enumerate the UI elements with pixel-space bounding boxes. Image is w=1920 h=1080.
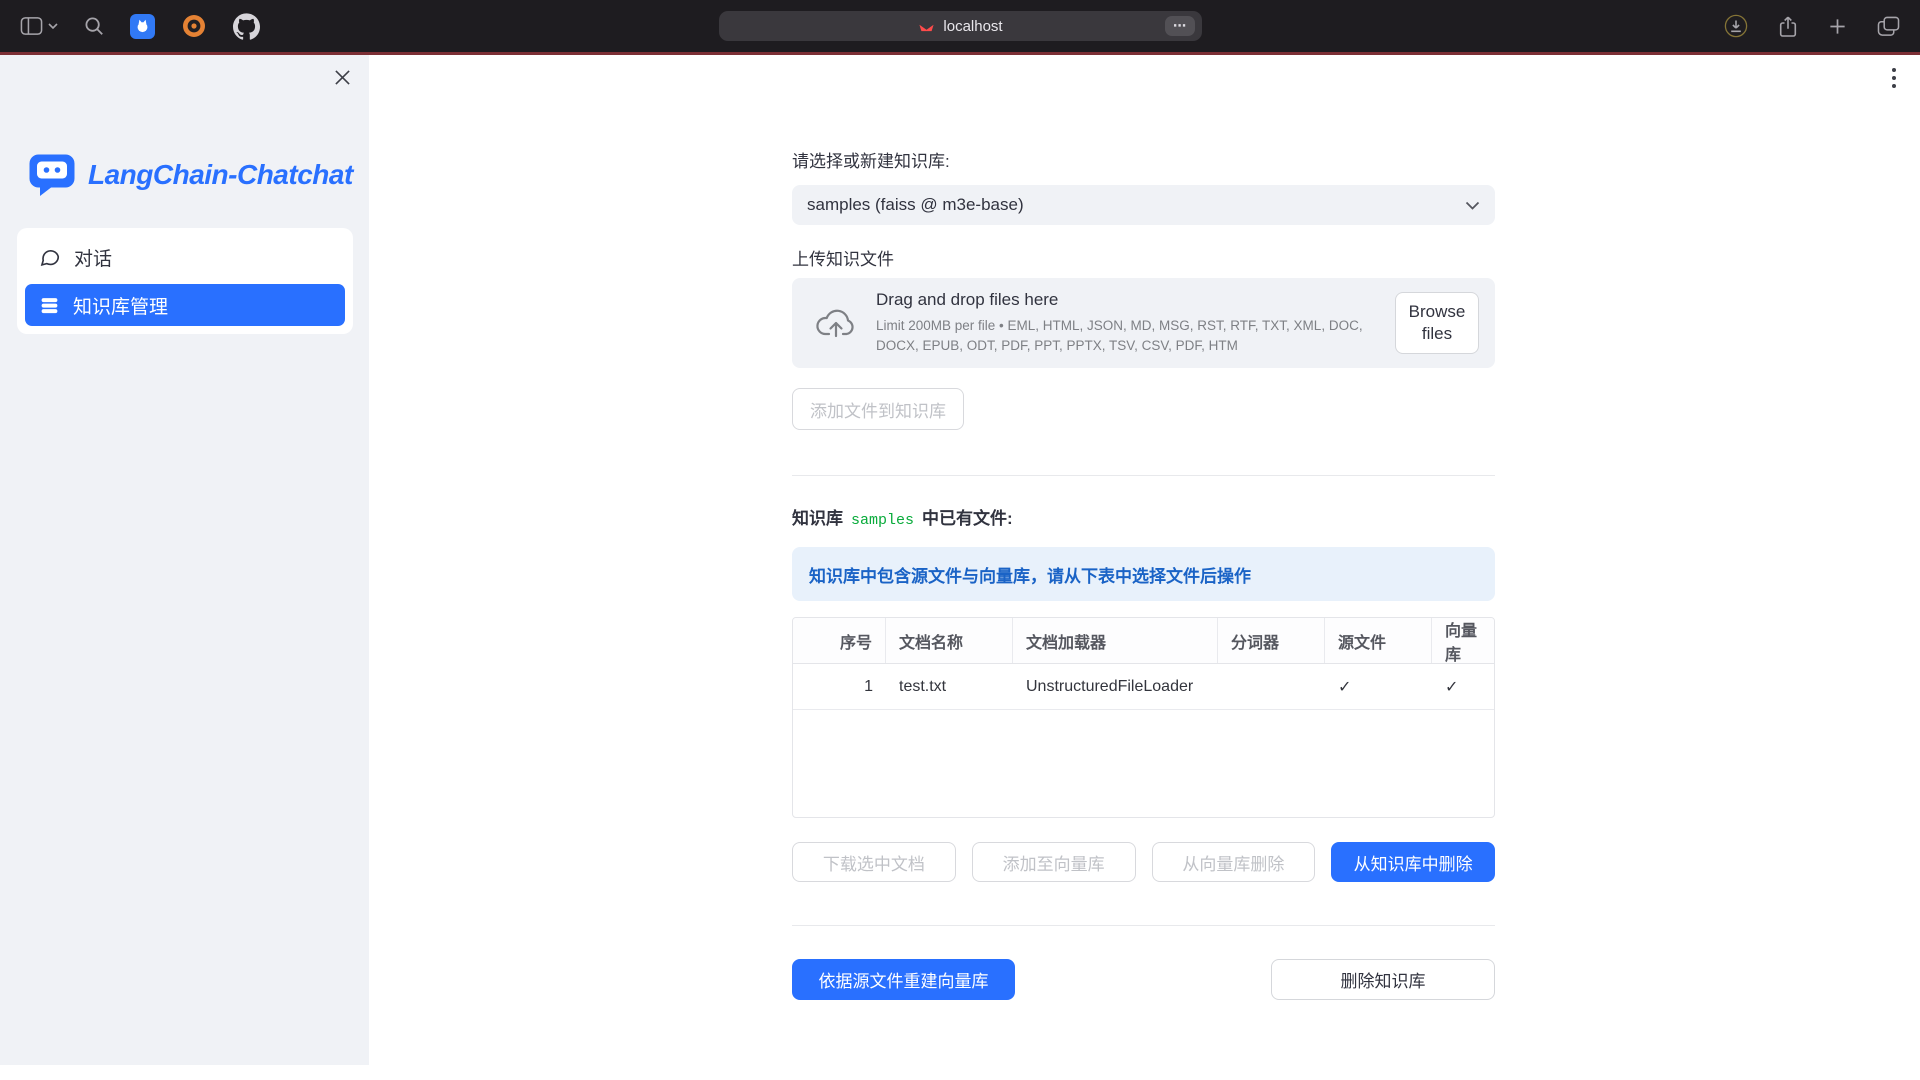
sidebar-item-knowledge-base[interactable]: 知识库管理 (25, 284, 345, 326)
table-header-loader[interactable]: 文档加载器 (1013, 618, 1218, 663)
chevron-down-icon (48, 23, 58, 30)
dropzone-limits: Limit 200MB per file • EML, HTML, JSON, … (876, 316, 1377, 355)
table-header-doc-name[interactable]: 文档名称 (886, 618, 1013, 663)
download-selected-button[interactable]: 下载选中文档 (792, 842, 956, 882)
sidebar-menu: 对话 知识库管理 (17, 228, 353, 334)
kb-heading-prefix: 知识库 (792, 504, 843, 529)
app-menu-button[interactable] (1892, 68, 1896, 88)
search-icon (84, 16, 104, 36)
table-header-index[interactable]: 序号 (793, 618, 886, 663)
github-icon (233, 13, 260, 40)
cell-doc-name: test.txt (886, 664, 1013, 709)
kb-heading-suffix: 中已有文件: (922, 504, 1013, 529)
extension-orange-target-icon (181, 13, 207, 39)
table-row[interactable]: 1 test.txt UnstructuredFileLoader ✓ ✓ (793, 664, 1494, 710)
browse-files-button[interactable]: Browse files (1395, 292, 1479, 354)
delete-from-kb-button[interactable]: 从知识库中删除 (1331, 842, 1495, 882)
add-to-vector-store-button[interactable]: 添加至向量库 (972, 842, 1136, 882)
delete-from-vector-store-button[interactable]: 从向量库删除 (1152, 842, 1316, 882)
table-header-row: 序号 文档名称 文档加载器 分词器 源文件 向量库 (793, 618, 1494, 664)
info-banner-text: 知识库中包含源文件与向量库，请从下表中选择文件后操作 (809, 562, 1251, 587)
kebab-menu-icon (1892, 68, 1896, 72)
rebuild-vector-store-button[interactable]: 依据源文件重建向量库 (792, 959, 1015, 1000)
extension-blue-cat-button[interactable] (130, 14, 155, 39)
sidebar-toggle-button[interactable] (20, 16, 58, 36)
cell-source-file-check: ✓ (1325, 664, 1432, 709)
search-button[interactable] (84, 16, 104, 36)
share-icon (1778, 15, 1798, 38)
address-bar[interactable]: localhost ⋯ (719, 11, 1202, 41)
dropzone-title: Drag and drop files here (876, 290, 1377, 310)
tabs-overview-icon (1877, 16, 1900, 37)
info-banner: 知识库中包含源文件与向量库，请从下表中选择文件后操作 (792, 547, 1495, 601)
sidebar-item-label: 对话 (74, 244, 112, 271)
kb-management-buttons: 依据源文件重建向量库 删除知识库 (792, 959, 1495, 1000)
site-favicon (918, 18, 935, 35)
app-logo-icon (28, 153, 78, 197)
close-icon (334, 69, 351, 86)
main-content: 请选择或新建知识库: samples (faiss @ m3e-base) 上传… (792, 55, 1495, 1000)
divider (792, 925, 1495, 926)
github-extension-button[interactable] (233, 13, 260, 40)
sidebar-item-label: 知识库管理 (73, 292, 168, 319)
kb-select-label: 请选择或新建知识库: (792, 147, 1495, 172)
file-dropzone[interactable]: Drag and drop files here Limit 200MB per… (792, 278, 1495, 368)
extension-blue-cat-icon (130, 14, 155, 39)
download-icon (1724, 14, 1748, 38)
sidebar-item-chat[interactable]: 对话 (25, 236, 345, 278)
address-url: localhost (943, 18, 1002, 35)
kb-files-heading: 知识库 samples 中已有文件: (792, 504, 1495, 529)
add-files-to-kb-button[interactable]: 添加文件到知识库 (792, 388, 964, 430)
sidebar-bottom-strip (0, 1065, 369, 1080)
kb-name-code: samples (851, 512, 914, 529)
select-chevron-icon (1465, 201, 1480, 210)
table-header-vector-store[interactable]: 向量库 (1432, 618, 1492, 663)
dropzone-text: Drag and drop files here Limit 200MB per… (876, 290, 1377, 355)
cell-loader: UnstructuredFileLoader (1013, 664, 1218, 709)
knowledge-base-icon (39, 295, 60, 316)
delete-kb-button[interactable]: 删除知识库 (1271, 959, 1495, 1000)
downloads-button[interactable] (1724, 14, 1748, 38)
sidebar: LangChain-Chatchat 对话 知识库管理 (0, 55, 369, 1080)
table-header-splitter[interactable]: 分词器 (1218, 618, 1325, 663)
kb-selectbox[interactable]: samples (faiss @ m3e-base) (792, 185, 1495, 225)
share-button[interactable] (1778, 15, 1798, 38)
cell-index: 1 (793, 664, 886, 709)
chat-icon (39, 246, 61, 268)
sidebar-toggle-icon (20, 16, 43, 36)
new-tab-icon (1828, 17, 1847, 36)
cell-vector-store-check: ✓ (1432, 664, 1492, 709)
new-tab-button[interactable] (1828, 17, 1847, 36)
upload-section-label: 上传知识文件 (792, 245, 1495, 270)
kb-files-table: 序号 文档名称 文档加载器 分词器 源文件 向量库 1 test.txt Uns… (792, 617, 1495, 818)
tab-overview-button[interactable] (1877, 16, 1900, 37)
extension-orange-target-button[interactable] (181, 13, 207, 39)
browser-toolbar: localhost ⋯ (0, 0, 1920, 52)
extensions-overflow-button[interactable]: ⋯ (1165, 16, 1195, 36)
sidebar-close-button[interactable] (334, 69, 351, 86)
cell-splitter (1218, 664, 1325, 709)
app-logo-text: LangChain-Chatchat (88, 159, 353, 191)
upload-cloud-icon (814, 305, 858, 341)
streamlit-decoration-bar (0, 52, 1920, 55)
app-logo: LangChain-Chatchat (28, 153, 353, 197)
kb-selectbox-value: samples (faiss @ m3e-base) (807, 195, 1024, 215)
file-action-buttons: 下载选中文档 添加至向量库 从向量库删除 从知识库中删除 (792, 842, 1495, 882)
divider (792, 475, 1495, 476)
table-header-source-file[interactable]: 源文件 (1325, 618, 1432, 663)
